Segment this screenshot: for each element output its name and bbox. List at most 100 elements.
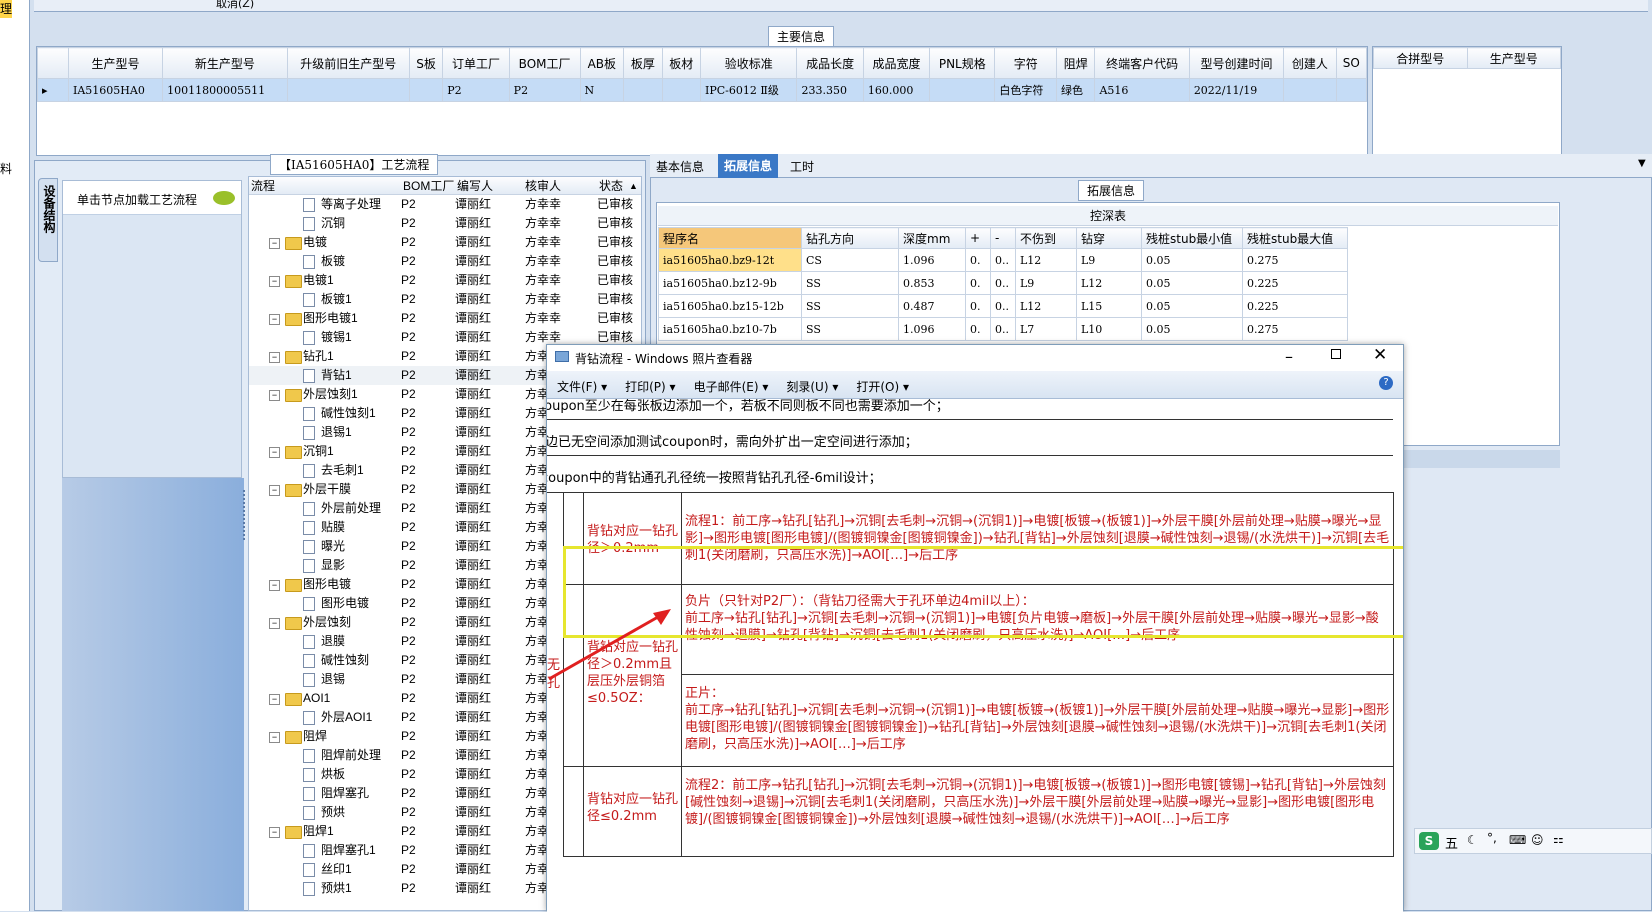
depth-cell[interactable]: 0. — [965, 271, 991, 295]
tree-toggle[interactable]: − — [269, 390, 280, 401]
main-cell[interactable]: 233.350 — [796, 78, 864, 102]
depth-cell[interactable]: ia51605ha0.bz15-12b — [658, 294, 802, 318]
depth-row[interactable]: ia51605ha0.bz10-7b SS 1.096 0. 0.. L7 L10 0.05 0… — [658, 317, 1348, 341]
main-col-header[interactable]: 型号创建时间 — [1188, 47, 1285, 79]
tree-toggle[interactable]: − — [269, 352, 280, 363]
main-cell[interactable]: IPC-6012 Ⅱ级 — [699, 78, 798, 102]
tab-basic-info[interactable]: 基本信息 — [656, 158, 704, 175]
depth-col-header[interactable]: 程序名 — [658, 227, 802, 249]
depth-cell[interactable]: SS — [801, 294, 899, 318]
depth-cell[interactable]: 1.096 — [898, 317, 966, 341]
main-col-header[interactable]: 验收标准 — [699, 47, 798, 79]
tree-toggle[interactable]: − — [269, 827, 280, 838]
depth-cell[interactable]: L15 — [1076, 294, 1142, 318]
main-cell[interactable]: A516 — [1094, 78, 1190, 102]
depth-col-header[interactable]: 钻孔方向 — [801, 227, 899, 249]
main-cell[interactable]: 绿色 — [1056, 78, 1096, 102]
depth-cell[interactable]: SS — [801, 271, 899, 295]
depth-cell[interactable]: ia51605ha0.bz9-12t — [658, 248, 802, 272]
depth-cell[interactable]: 0. — [965, 317, 991, 341]
splitter-handle[interactable] — [243, 490, 247, 540]
main-cell[interactable]: N — [579, 78, 625, 102]
minimize-icon[interactable]: – — [1285, 347, 1293, 366]
maximize-icon[interactable] — [1331, 349, 1341, 359]
main-col-header[interactable]: 订单工厂 — [442, 47, 510, 79]
depth-col-header[interactable]: + — [965, 227, 991, 249]
tree-toggle[interactable]: − — [269, 694, 280, 705]
depth-cell[interactable]: 0. — [965, 294, 991, 318]
merge-col2[interactable]: 生产型号 — [1466, 47, 1561, 69]
help-icon[interactable]: ? — [1379, 376, 1393, 390]
depth-col-header[interactable]: 残桩stub最小值 — [1141, 227, 1243, 249]
depth-col-header[interactable]: 残桩stub最大值 — [1242, 227, 1348, 249]
apps-icon[interactable]: ⚏ — [1553, 832, 1564, 846]
main-col-header[interactable]: 阻焊 — [1056, 47, 1096, 79]
tree-row[interactable]: − 图形电镀1 P2 谭丽红 方幸幸 已审核 — [249, 309, 641, 328]
header-status[interactable]: 状态 — [599, 177, 623, 196]
depth-row[interactable]: ia51605ha0.bz12-9b SS 0.853 0. 0.. L9 L12 0.05 0… — [658, 271, 1348, 295]
header-flow[interactable]: 流程 — [251, 177, 275, 196]
main-col-header[interactable]: AB板 — [579, 47, 625, 79]
viewer-menu-item[interactable]: 打开(O) ▾ — [856, 378, 909, 395]
depth-cell[interactable]: 0.. — [990, 271, 1016, 295]
main-col-header[interactable]: 终端客户代码 — [1094, 47, 1190, 79]
depth-cell[interactable]: L12 — [1015, 294, 1077, 318]
viewer-menu-item[interactable]: 打印(P) ▾ — [625, 378, 675, 395]
ime-mode-label[interactable]: 五 — [1445, 833, 1458, 852]
depth-cell[interactable]: L9 — [1015, 271, 1077, 295]
depth-col-header[interactable]: 不伤到 — [1015, 227, 1077, 249]
tree-row[interactable]: 沉铜 P2 谭丽红 方幸幸 已审核 — [249, 214, 641, 233]
header-writer[interactable]: 编写人 — [457, 177, 493, 196]
depth-col-header[interactable]: - — [990, 227, 1016, 249]
hint-box[interactable]: 单击节点加载工艺流程 — [63, 181, 241, 215]
depth-cell[interactable]: L12 — [1015, 248, 1077, 272]
sogou-icon[interactable]: S — [1419, 832, 1439, 850]
tab-work-hours[interactable]: 工时 — [790, 158, 814, 175]
main-col-header[interactable]: 升级前旧生产型号 — [286, 47, 410, 79]
main-col-header[interactable]: 字符 — [994, 47, 1058, 79]
viewer-menu-item[interactable]: 刻录(U) ▾ — [786, 378, 838, 395]
main-col-header[interactable]: 板材 — [661, 47, 701, 79]
viewer-menu-item[interactable]: 文件(F) ▾ — [557, 378, 607, 395]
main-col-header[interactable]: 新生产型号 — [162, 47, 288, 79]
depth-cell[interactable]: 1.096 — [898, 248, 966, 272]
main-col-header[interactable]: BOM工厂 — [508, 47, 581, 79]
depth-cell[interactable]: 0.853 — [898, 271, 966, 295]
depth-cell[interactable]: 0.275 — [1242, 248, 1348, 272]
depth-cell[interactable]: 0.275 — [1242, 317, 1348, 341]
depth-cell[interactable]: ia51605ha0.bz12-9b — [658, 271, 802, 295]
keyboard-icon[interactable]: ⌨ — [1509, 833, 1526, 847]
main-cell[interactable] — [661, 78, 701, 102]
moon-icon[interactable]: ☾ — [1467, 833, 1478, 847]
main-cell[interactable]: P2 — [442, 78, 510, 102]
main-cell[interactable] — [286, 78, 410, 102]
tree-row[interactable]: 板镀 P2 谭丽红 方幸幸 已审核 — [249, 252, 641, 271]
depth-cell[interactable]: 0.05 — [1141, 271, 1243, 295]
main-col-header[interactable]: 生产型号 — [67, 47, 164, 79]
tree-row[interactable]: − 电镀1 P2 谭丽红 方幸幸 已审核 — [249, 271, 641, 290]
main-cell[interactable] — [929, 78, 996, 102]
depth-cell[interactable]: 0.225 — [1242, 271, 1348, 295]
depth-cell[interactable]: 0.. — [990, 294, 1016, 318]
scroll-up-icon[interactable]: ▲ — [629, 177, 638, 196]
depth-cell[interactable]: L9 — [1076, 248, 1142, 272]
header-reviewer[interactable]: 核审人 — [525, 177, 561, 196]
depth-cell[interactable]: L12 — [1076, 271, 1142, 295]
tree-toggle[interactable]: − — [269, 485, 280, 496]
depth-cell[interactable]: 0.05 — [1141, 294, 1243, 318]
depth-cell[interactable]: 0.225 — [1242, 294, 1348, 318]
depth-col-header[interactable]: 钻穿 — [1076, 227, 1142, 249]
header-bom[interactable]: BOM工厂 — [403, 177, 454, 196]
depth-cell[interactable]: L10 — [1076, 317, 1142, 341]
main-col-header[interactable]: PNL规格 — [929, 47, 996, 79]
main-col-header[interactable]: S板 — [408, 47, 444, 79]
vertical-tab-equipment[interactable]: 设备结构 — [38, 178, 58, 262]
tree-row[interactable]: 等离子处理 P2 谭丽红 方幸幸 已审核 — [249, 195, 641, 214]
depth-row[interactable]: ia51605ha0.bz15-12b SS 0.487 0. 0.. L12 L15 0.0… — [658, 294, 1348, 318]
tree-toggle[interactable]: − — [269, 238, 280, 249]
main-col-header[interactable]: 成品宽度 — [862, 47, 931, 79]
main-cell[interactable]: IA51605HA0 — [67, 78, 164, 102]
depth-cell[interactable]: 0.05 — [1141, 317, 1243, 341]
merge-col1[interactable]: 合拼型号 — [1373, 47, 1468, 69]
depth-cell[interactable]: 0.. — [990, 317, 1016, 341]
